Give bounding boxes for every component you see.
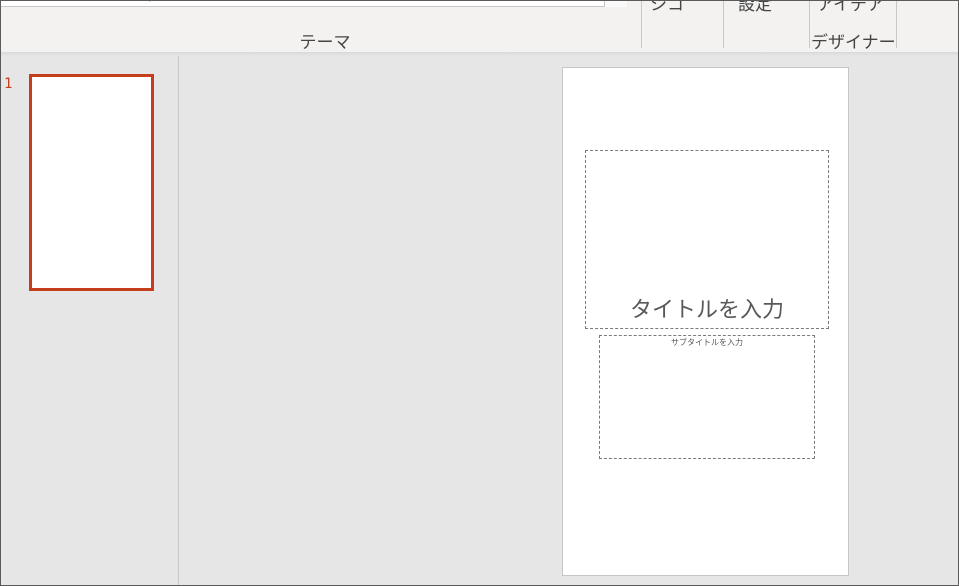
ribbon-separator — [896, 0, 897, 48]
gallery-divider — [149, 0, 150, 2]
title-placeholder[interactable]: タイトルを入力 — [585, 150, 829, 329]
slide-size-settings-button[interactable]: 設定 — [738, 0, 772, 15]
themes-group-label: テーマ — [299, 33, 351, 53]
title-placeholder-text: タイトルを入力 — [629, 298, 784, 323]
gallery-more-button[interactable] — [604, 0, 627, 7]
subtitle-placeholder[interactable]: サブタイトルを入力 — [599, 335, 815, 459]
ribbon-separator — [809, 0, 810, 48]
ribbon-separator — [723, 0, 724, 48]
ribbon-button-partial[interactable]: シコ — [650, 0, 684, 15]
slide-number: 1 — [4, 76, 13, 92]
slide-thumbnail[interactable] — [29, 74, 154, 291]
design-ideas-button-top[interactable]: アイデア — [817, 0, 884, 15]
subtitle-placeholder-text: サブタイトルを入力 — [671, 338, 743, 347]
ribbon: テーマ シコ 設定 アイデア デザイナー — [0, 0, 959, 53]
slide-thumbnail-pane[interactable]: 1 — [1, 56, 179, 585]
theme-gallery[interactable] — [0, 0, 627, 7]
design-ideas-button[interactable]: デザイナー — [811, 28, 896, 52]
ribbon-separator — [641, 0, 642, 48]
slide-canvas[interactable]: タイトルを入力 サブタイトルを入力 — [562, 67, 849, 576]
